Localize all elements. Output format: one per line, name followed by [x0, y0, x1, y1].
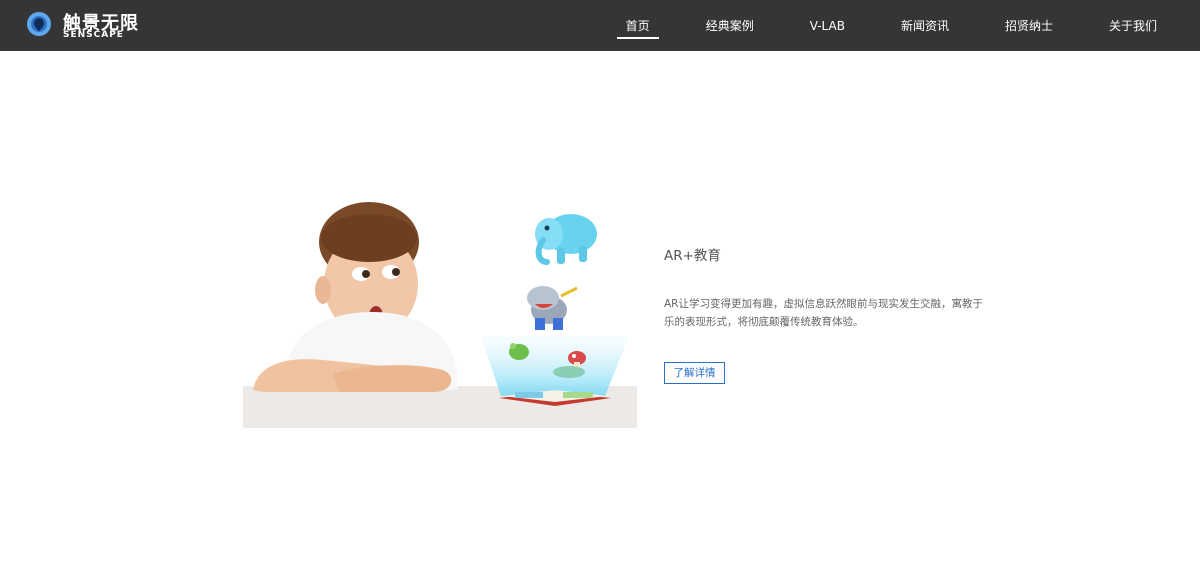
- feature-description: AR让学习变得更加有趣，虚拟信息跃然眼前与现实发生交融，寓教于乐的表现形式，将彻…: [664, 298, 983, 328]
- nav-item-home[interactable]: 首页: [616, 11, 659, 41]
- feature-title: AR+教育: [664, 248, 721, 264]
- logo-english-text: SENSCAPE: [63, 30, 124, 40]
- nav-item-cases[interactable]: 经典案例: [697, 11, 763, 41]
- nav-item-careers[interactable]: 招贤纳士: [996, 11, 1062, 41]
- top-navigation-bar: 触景无限 SENSCAPE 首页 经典案例 V-LAB 新闻资讯 招贤纳士 关于…: [0, 0, 1200, 51]
- learn-more-button[interactable]: 了解详情: [664, 362, 725, 384]
- site-logo[interactable]: 触景无限 SENSCAPE: [26, 11, 141, 41]
- nav-item-vlab[interactable]: V-LAB: [801, 11, 854, 41]
- nav-item-about[interactable]: 关于我们: [1100, 11, 1166, 41]
- main-nav: 首页 经典案例 V-LAB 新闻资讯 招贤纳士 关于我们: [616, 0, 1166, 51]
- nav-item-news[interactable]: 新闻资讯: [892, 11, 958, 41]
- logo-icon: [27, 12, 51, 36]
- ar-education-image: [243, 200, 637, 428]
